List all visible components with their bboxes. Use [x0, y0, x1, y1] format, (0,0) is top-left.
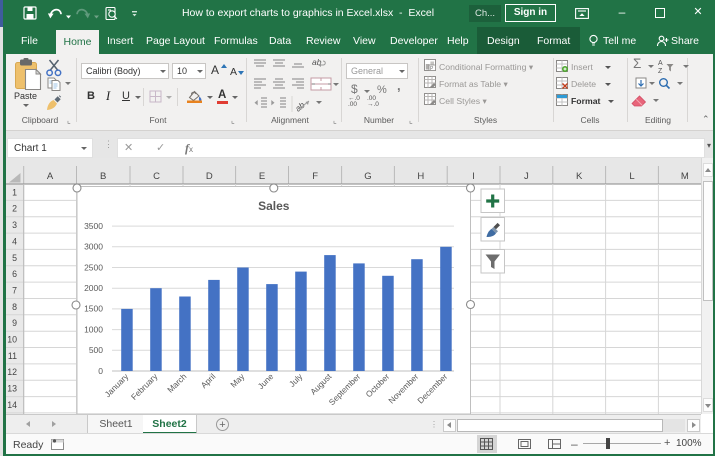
- svg-text:3500: 3500: [84, 221, 103, 231]
- svg-text:3: 3: [12, 220, 17, 230]
- svg-text:1000: 1000: [84, 324, 103, 334]
- svg-text:5: 5: [12, 253, 17, 263]
- svg-text:4: 4: [12, 236, 17, 246]
- svg-text:B: B: [100, 171, 106, 182]
- svg-text:8: 8: [12, 302, 17, 312]
- svg-text:11: 11: [8, 351, 17, 361]
- svg-text:D: D: [206, 171, 213, 182]
- svg-text:Sales: Sales: [258, 199, 290, 213]
- svg-text:H: H: [417, 171, 424, 182]
- svg-text:12: 12: [7, 367, 17, 377]
- svg-text:14: 14: [7, 400, 17, 410]
- svg-text:F: F: [312, 171, 318, 182]
- svg-text:7: 7: [12, 286, 17, 296]
- svg-text:500: 500: [89, 345, 103, 355]
- svg-text:13: 13: [7, 384, 17, 394]
- svg-text:ab: ab: [293, 100, 307, 114]
- svg-text:M: M: [681, 171, 689, 182]
- svg-text:K: K: [576, 171, 583, 182]
- svg-text:2000: 2000: [84, 283, 103, 293]
- svg-text:Z: Z: [658, 68, 663, 74]
- svg-text:10: 10: [7, 335, 17, 345]
- svg-text:L: L: [629, 171, 634, 182]
- svg-text:I: I: [472, 171, 475, 182]
- svg-text:J: J: [524, 171, 529, 182]
- svg-text:E: E: [259, 171, 265, 182]
- svg-text:1: 1: [12, 187, 17, 197]
- svg-text:A: A: [47, 171, 54, 182]
- svg-text:C: C: [153, 171, 160, 182]
- svg-text:0: 0: [98, 366, 103, 376]
- svg-text:1500: 1500: [84, 304, 103, 314]
- svg-text:3000: 3000: [84, 242, 103, 252]
- svg-text:9: 9: [12, 318, 17, 328]
- svg-text:G: G: [364, 171, 371, 182]
- svg-text:2: 2: [12, 204, 17, 214]
- svg-text:2500: 2500: [84, 262, 103, 272]
- svg-text:6: 6: [12, 269, 17, 279]
- svg-text:A: A: [658, 60, 663, 67]
